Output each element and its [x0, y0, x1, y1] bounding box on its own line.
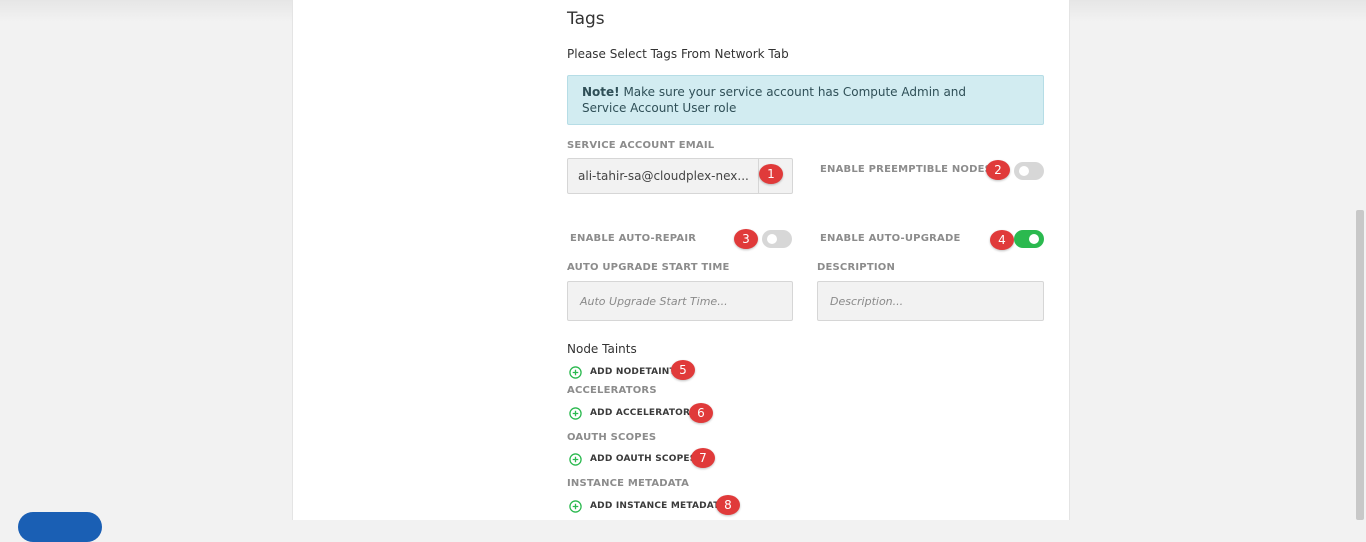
toggle-knob — [1019, 166, 1029, 176]
description-label: DESCRIPTION — [817, 262, 896, 273]
oauth-scopes-heading: OAUTH SCOPES — [567, 432, 657, 443]
add-accelerators-label: ADD ACCELERATORS — [590, 408, 697, 418]
auto-repair-label: ENABLE AUTO-REPAIR — [570, 233, 697, 244]
description-placeholder: Description... — [830, 295, 904, 308]
annotation-badge-7: 7 — [691, 448, 715, 468]
add-nodetaint-button[interactable]: ADD NODETAINT — [569, 364, 676, 380]
service-account-email-label: SERVICE ACCOUNT EMAIL — [567, 140, 715, 151]
service-account-email-value: ali-tahir-sa@cloudplex-nex... — [578, 169, 749, 183]
plus-circle-icon — [569, 406, 582, 420]
annotation-badge-5: 5 — [671, 360, 695, 380]
accelerators-heading: ACCELERATORS — [567, 385, 657, 396]
description-input[interactable]: Description... — [817, 281, 1044, 321]
section-subtitle: Please Select Tags From Network Tab — [567, 47, 789, 61]
instance-metadata-heading: INSTANCE METADATA — [567, 478, 690, 489]
annotation-badge-8: 8 — [716, 495, 740, 515]
auto-upgrade-start-time-label: AUTO UPGRADE START TIME — [567, 262, 730, 273]
add-oauth-scopes-label: ADD OAUTH SCOPES — [590, 454, 697, 464]
note-alert: Note! Make sure your service account has… — [567, 75, 1044, 125]
node-taints-heading: Node Taints — [567, 342, 637, 356]
annotation-badge-6: 6 — [689, 403, 713, 423]
section-title: Tags — [567, 9, 605, 29]
auto-upgrade-label: ENABLE AUTO-UPGRADE — [820, 233, 961, 244]
add-nodetaint-label: ADD NODETAINT — [590, 367, 676, 377]
auto-upgrade-toggle[interactable] — [1014, 230, 1044, 248]
note-strong: Note! — [582, 85, 620, 99]
add-instance-metadata-button[interactable]: ADD INSTANCE METADATA — [569, 498, 726, 514]
note-message: Make sure your service account has Compu… — [582, 85, 967, 115]
annotation-badge-1: 1 — [759, 164, 783, 184]
annotation-badge-2: 2 — [986, 160, 1010, 180]
plus-circle-icon — [569, 499, 582, 513]
annotation-badge-3: 3 — [734, 229, 758, 249]
preemptible-label: ENABLE PREEMPTIBLE NODES — [820, 164, 993, 175]
floating-action-button[interactable] — [18, 512, 102, 542]
auto-upgrade-start-time-input[interactable]: Auto Upgrade Start Time... — [567, 281, 793, 321]
page-scrollbar[interactable] — [1356, 210, 1364, 520]
note-text: Note! Make sure your service account has… — [582, 84, 982, 116]
annotation-badge-4: 4 — [990, 230, 1014, 250]
plus-circle-icon — [569, 365, 582, 379]
auto-repair-toggle[interactable] — [762, 230, 792, 248]
add-accelerators-button[interactable]: ADD ACCELERATORS — [569, 405, 697, 421]
plus-circle-icon — [569, 452, 582, 466]
auto-upgrade-start-time-placeholder: Auto Upgrade Start Time... — [580, 295, 728, 308]
add-instance-metadata-label: ADD INSTANCE METADATA — [590, 501, 727, 511]
toggle-knob — [1029, 234, 1039, 244]
toggle-knob — [767, 234, 777, 244]
preemptible-toggle[interactable] — [1014, 162, 1044, 180]
add-oauth-scopes-button[interactable]: ADD OAUTH SCOPES — [569, 451, 696, 467]
